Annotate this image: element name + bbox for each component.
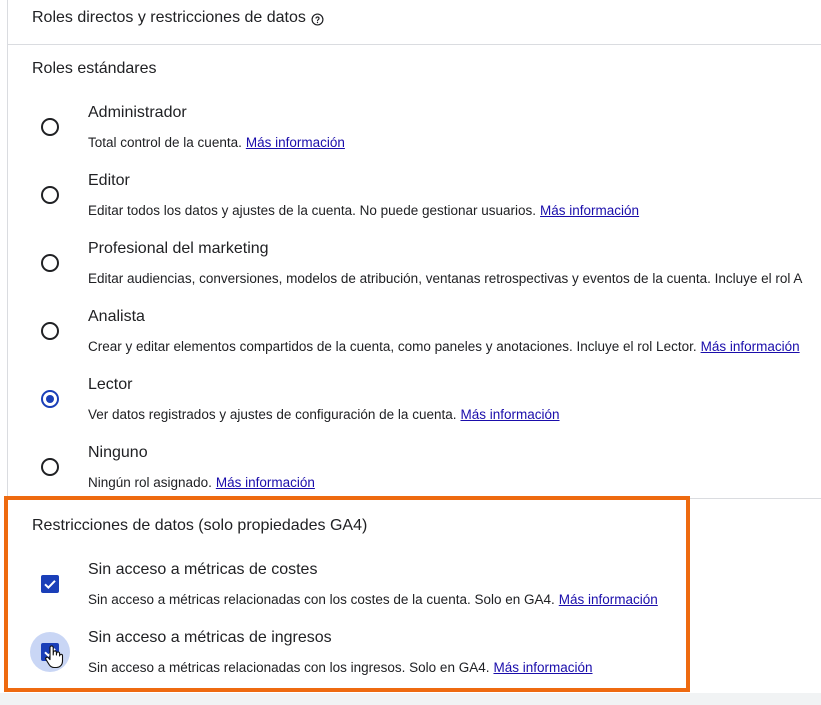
role-label: Profesional del marketing [88,240,269,257]
standard-roles-title: Roles estándares [32,60,157,77]
role-description: Editar todos los datos y ajustes de la c… [88,202,639,220]
role-label: Analista [88,308,145,325]
radio-analista[interactable] [41,322,59,340]
highlight-annotation-box [4,496,690,692]
role-option-lector[interactable]: Lector Ver datos registrados y ajustes d… [0,372,821,432]
role-label: Ninguno [88,444,148,461]
page-title: Roles directos y restricciones de datos [32,9,306,26]
role-option-editor[interactable]: Editor Editar todos los datos y ajustes … [0,168,821,228]
radio-ninguno[interactable] [41,458,59,476]
radio-editor[interactable] [41,186,59,204]
more-info-link[interactable]: Más información [246,135,345,150]
roles-panel: Roles directos y restricciones de datos … [0,0,821,705]
role-description-text: Ningún rol asignado. [88,475,212,490]
role-label: Editor [88,172,130,189]
role-option-administrador[interactable]: Administrador Total control de la cuenta… [0,100,821,160]
role-description-text: Editar todos los datos y ajustes de la c… [88,203,537,218]
role-description-text: Crear y editar elementos compartidos de … [88,339,697,354]
role-option-marketing[interactable]: Profesional del marketing Editar audienc… [0,236,821,296]
radio-marketing[interactable] [41,254,59,272]
role-description-text: Total control de la cuenta. [88,135,242,150]
section-header: Roles directos y restricciones de datos [32,8,324,28]
role-description: Crear y editar elementos compartidos de … [88,338,800,356]
header-divider [8,44,821,45]
more-info-link[interactable]: Más información [216,475,315,490]
radio-administrador[interactable] [41,118,59,136]
role-label: Administrador [88,104,187,121]
role-option-analista[interactable]: Analista Crear y editar elementos compar… [0,304,821,364]
role-description: Ver datos registrados y ajustes de confi… [88,406,560,424]
bottom-scroll-area [0,693,821,705]
radio-lector-selected[interactable] [41,390,59,408]
role-description-text: Ver datos registrados y ajustes de confi… [88,407,457,422]
role-description: Editar audiencias, conversiones, modelos… [88,270,802,288]
role-option-ninguno[interactable]: Ninguno Ningún rol asignado. Más informac… [0,440,821,500]
help-circle-icon[interactable] [311,12,324,26]
more-info-link[interactable]: Más información [540,203,639,218]
role-description-text: Editar audiencias, conversiones, modelos… [88,271,803,286]
role-label: Lector [88,376,133,393]
role-description: Ningún rol asignado. Más información [88,474,315,492]
more-info-link[interactable]: Más información [460,407,559,422]
role-description: Total control de la cuenta. Más informaci… [88,134,345,152]
more-info-link[interactable]: Más información [701,339,800,354]
